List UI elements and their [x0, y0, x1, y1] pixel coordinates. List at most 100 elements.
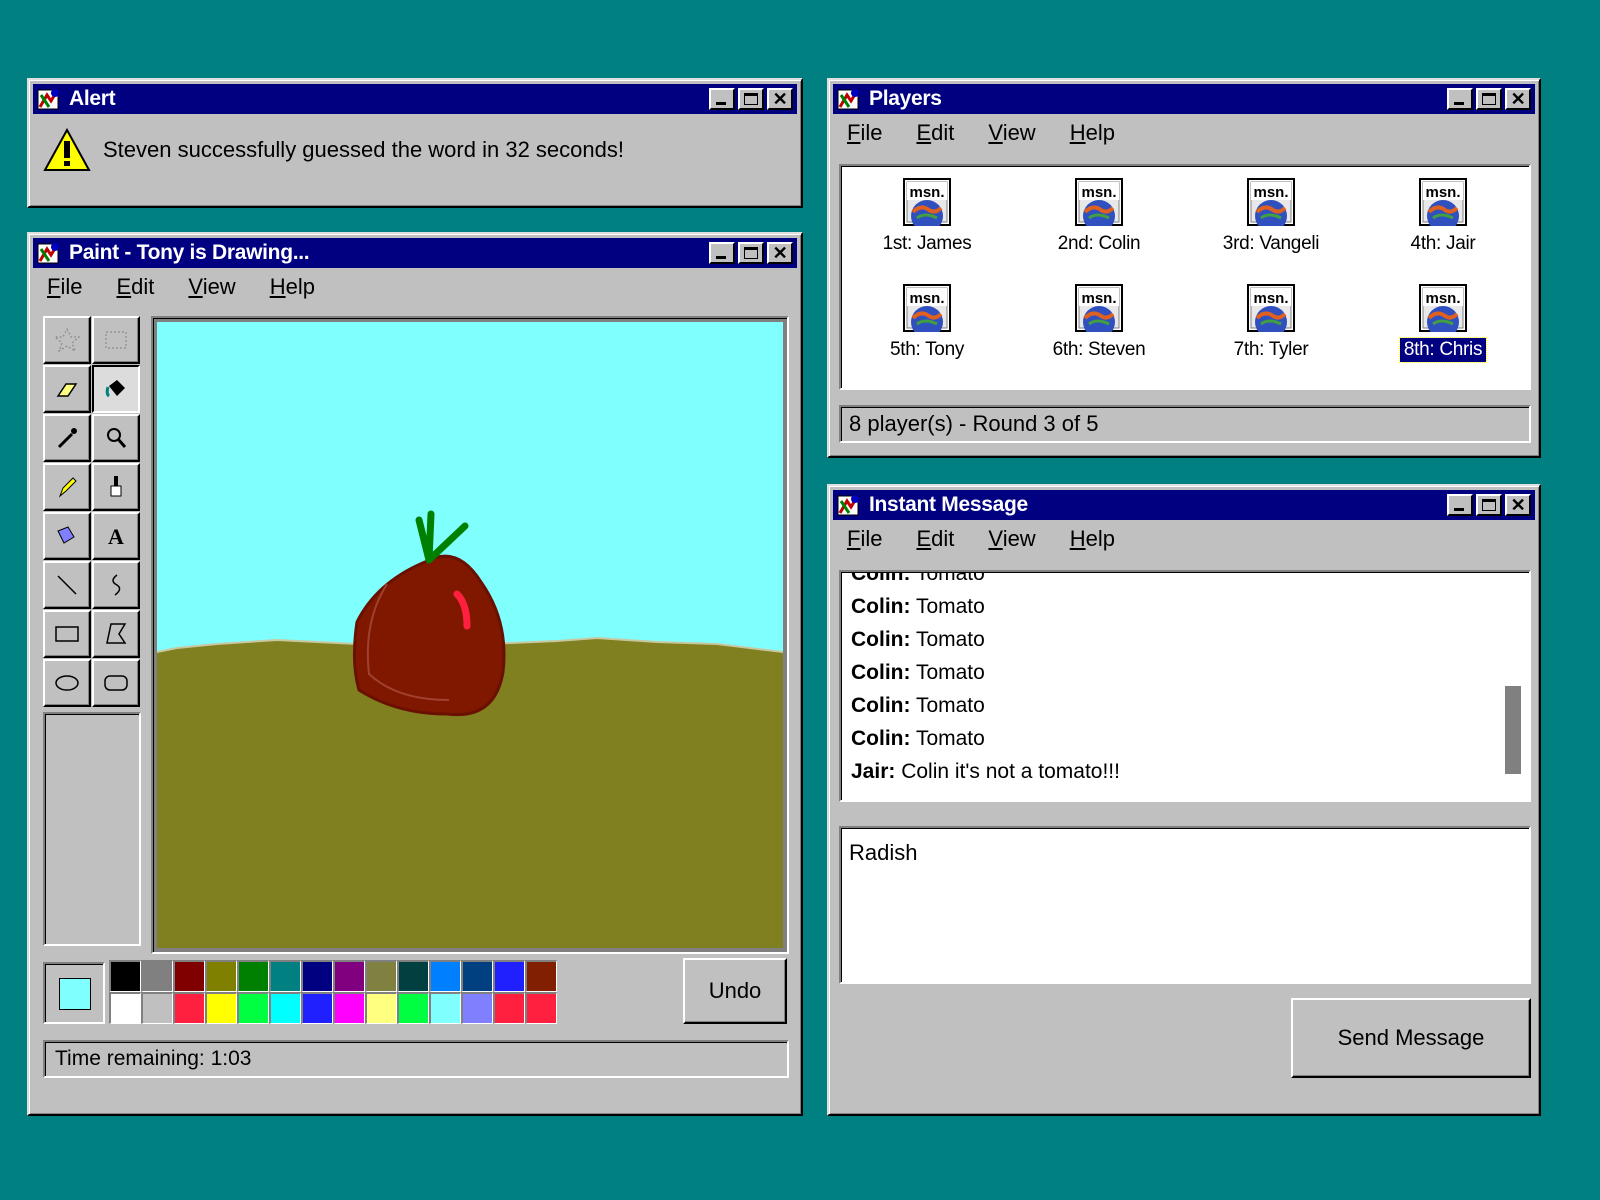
- menu-view[interactable]: View: [988, 526, 1035, 552]
- window-title: Alert: [69, 87, 116, 110]
- chat-message: Colin: Tomato: [851, 689, 1501, 722]
- minimize-button[interactable]: [1447, 88, 1473, 110]
- color-swatch[interactable]: [429, 960, 461, 992]
- players-titlebar[interactable]: Players ✕: [833, 84, 1535, 114]
- player-item[interactable]: msn. 2nd: Colin: [1013, 178, 1185, 284]
- color-swatch[interactable]: [141, 960, 173, 992]
- maximize-button[interactable]: [1476, 494, 1502, 516]
- player-item[interactable]: msn. 5th: Tony: [841, 284, 1013, 390]
- menu-help[interactable]: Help: [1070, 120, 1115, 146]
- color-swatch[interactable]: [429, 992, 461, 1024]
- color-swatch[interactable]: [333, 992, 365, 1024]
- chat-history[interactable]: Colin: Tomato Colin: Tomato Colin: Tomato C…: [839, 570, 1531, 802]
- paint-titlebar[interactable]: Paint - Tony is Drawing... ✕: [33, 238, 797, 268]
- im-titlebar[interactable]: Instant Message ✕: [833, 490, 1535, 520]
- chat-sender: Jair:: [851, 760, 896, 783]
- chat-message: Colin: Tomato: [851, 590, 1501, 623]
- curve-icon[interactable]: [92, 561, 140, 609]
- color-swatch[interactable]: [141, 992, 173, 1024]
- send-message-button[interactable]: Send Message: [1291, 998, 1531, 1078]
- maximize-button[interactable]: [738, 88, 764, 110]
- player-item[interactable]: msn. 1st: James: [841, 178, 1013, 284]
- free-select-icon[interactable]: [43, 316, 91, 364]
- line-icon[interactable]: [43, 561, 91, 609]
- msn-icon: msn.: [903, 284, 951, 332]
- minimize-button[interactable]: [709, 242, 735, 264]
- player-item[interactable]: msn. 4th: Jair: [1357, 178, 1529, 284]
- msn-icon-text: msn.: [1081, 290, 1116, 307]
- menu-file[interactable]: File: [847, 526, 882, 552]
- chat-message: Colin: Tomato: [851, 656, 1501, 689]
- color-swatch[interactable]: [109, 992, 141, 1024]
- color-swatch[interactable]: [237, 992, 269, 1024]
- minimize-button[interactable]: [709, 88, 735, 110]
- menu-edit[interactable]: Edit: [916, 526, 954, 552]
- color-swatch[interactable]: [397, 960, 429, 992]
- rounded-rect-icon[interactable]: [92, 659, 140, 707]
- color-swatch[interactable]: [205, 960, 237, 992]
- color-swatch[interactable]: [205, 992, 237, 1024]
- menu-view[interactable]: View: [988, 120, 1035, 146]
- drawing-canvas-frame: [151, 316, 789, 954]
- close-button[interactable]: ✕: [1505, 88, 1531, 110]
- maximize-button[interactable]: [1476, 88, 1502, 110]
- color-swatch[interactable]: [301, 960, 333, 992]
- magnifier-icon[interactable]: [92, 414, 140, 462]
- close-button[interactable]: ✕: [767, 88, 793, 110]
- close-button[interactable]: ✕: [1505, 494, 1531, 516]
- menu-edit[interactable]: Edit: [916, 120, 954, 146]
- menu-help[interactable]: Help: [1070, 526, 1115, 552]
- drawing-canvas[interactable]: [157, 322, 783, 948]
- color-swatch[interactable]: [301, 992, 333, 1024]
- color-swatch[interactable]: [269, 960, 301, 992]
- menu-file[interactable]: File: [847, 120, 882, 146]
- menu-edit[interactable]: Edit: [116, 274, 154, 300]
- color-swatch[interactable]: [237, 960, 269, 992]
- scrollbar-thumb[interactable]: [1505, 686, 1521, 774]
- eyedropper-icon[interactable]: [43, 414, 91, 462]
- player-item[interactable]: msn. 6th: Steven: [1013, 284, 1185, 390]
- message-input[interactable]: Radish: [839, 826, 1531, 984]
- color-swatch[interactable]: [525, 992, 557, 1024]
- color-swatch[interactable]: [365, 960, 397, 992]
- color-swatch[interactable]: [493, 960, 525, 992]
- msn-icon-text: msn.: [1425, 184, 1460, 201]
- brush-icon[interactable]: [92, 463, 140, 511]
- alert-titlebar[interactable]: Alert ✕: [33, 84, 797, 114]
- msn-icon: msn.: [1075, 178, 1123, 226]
- menu-bar: File Edit View Help: [833, 114, 1535, 152]
- app-icon: [837, 493, 861, 517]
- minimize-button[interactable]: [1447, 494, 1473, 516]
- menu-file[interactable]: File: [47, 274, 82, 300]
- close-button[interactable]: ✕: [767, 242, 793, 264]
- airbrush-icon[interactable]: [43, 512, 91, 560]
- rectangle-icon[interactable]: [43, 610, 91, 658]
- color-swatch[interactable]: [173, 960, 205, 992]
- rect-select-icon[interactable]: [92, 316, 140, 364]
- text-icon[interactable]: A: [92, 512, 140, 560]
- pencil-icon[interactable]: [43, 463, 91, 511]
- color-swatch[interactable]: [173, 992, 205, 1024]
- chat-sender: Colin:: [851, 727, 911, 750]
- ellipse-icon[interactable]: [43, 659, 91, 707]
- menu-view[interactable]: View: [188, 274, 235, 300]
- menu-help[interactable]: Help: [270, 274, 315, 300]
- color-swatch[interactable]: [461, 992, 493, 1024]
- color-swatch[interactable]: [109, 960, 141, 992]
- color-swatch[interactable]: [365, 992, 397, 1024]
- color-swatch[interactable]: [493, 992, 525, 1024]
- maximize-button[interactable]: [738, 242, 764, 264]
- color-swatch[interactable]: [333, 960, 365, 992]
- fill-bucket-icon[interactable]: [92, 365, 140, 413]
- player-item[interactable]: msn. 8th: Chris: [1357, 284, 1529, 390]
- color-swatch[interactable]: [461, 960, 493, 992]
- color-swatch[interactable]: [397, 992, 429, 1024]
- player-item[interactable]: msn. 3rd: Vangeli: [1185, 178, 1357, 284]
- color-swatch[interactable]: [525, 960, 557, 992]
- polygon-icon[interactable]: [92, 610, 140, 658]
- eraser-icon[interactable]: [43, 365, 91, 413]
- msn-icon-text: msn.: [909, 290, 944, 307]
- color-swatch[interactable]: [269, 992, 301, 1024]
- undo-button[interactable]: Undo: [683, 958, 787, 1024]
- player-item[interactable]: msn. 7th: Tyler: [1185, 284, 1357, 390]
